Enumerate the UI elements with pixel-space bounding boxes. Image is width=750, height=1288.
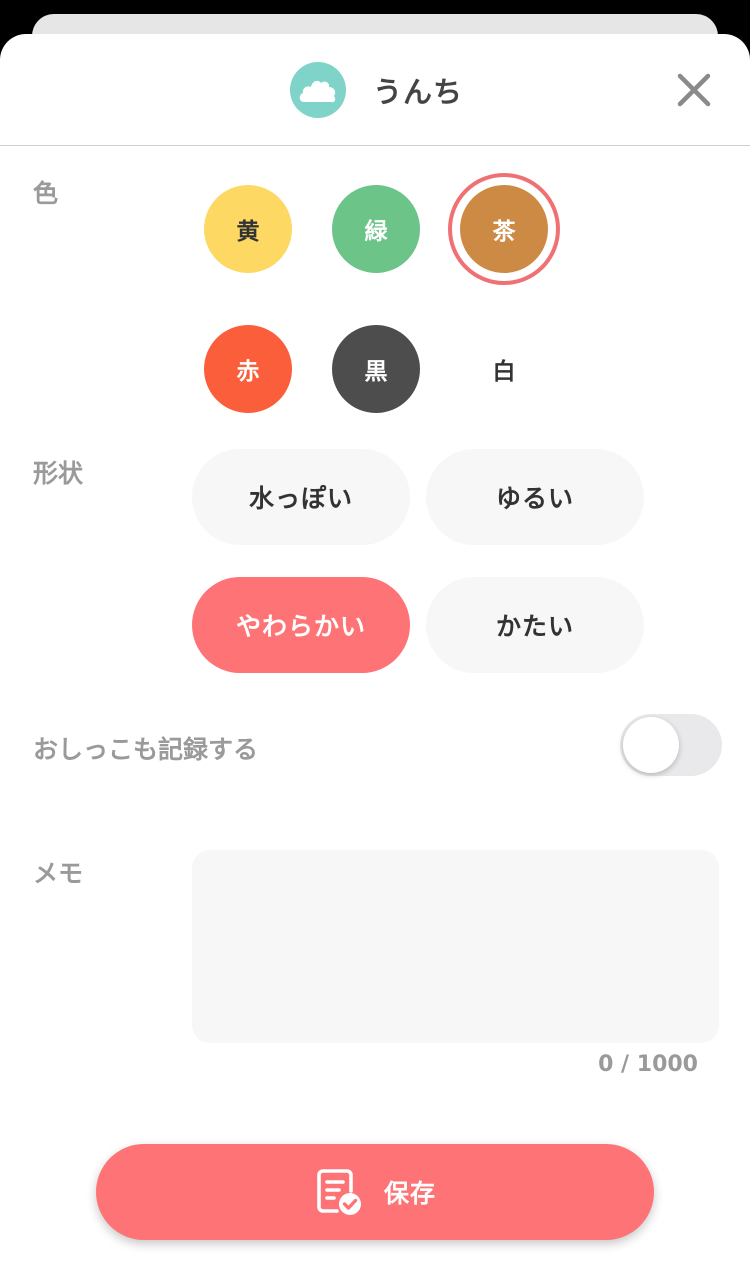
save-button[interactable]: 保存	[96, 1144, 654, 1240]
shape-option-soft[interactable]: やわらかい	[192, 577, 410, 673]
shape-option-label: 水っぽい	[248, 484, 353, 513]
sheet-header: うんち	[0, 34, 750, 146]
record-sheet: うんち 色 黄 緑 茶 赤 黒 白 形状 水っぽい ゆるい やわらかい かたい …	[0, 34, 750, 1288]
shape-option-label: やわらかい	[235, 612, 366, 641]
shape-option-label: かたい	[495, 612, 574, 641]
color-swatch-yellow[interactable]: 黄	[204, 185, 292, 273]
toggle-knob	[623, 717, 679, 773]
color-swatch-red[interactable]: 赤	[204, 325, 292, 413]
color-label: 色	[33, 179, 59, 208]
close-button[interactable]	[672, 68, 716, 112]
shape-option-label: ゆるい	[495, 484, 574, 513]
pee-toggle[interactable]	[620, 714, 722, 776]
shape-option-hard[interactable]: かたい	[426, 577, 644, 673]
color-swatch-green[interactable]: 緑	[332, 185, 420, 273]
save-button-label: 保存	[383, 1179, 436, 1208]
shape-option-watery[interactable]: 水っぽい	[192, 449, 410, 545]
memo-label: メモ	[33, 859, 84, 888]
color-swatch-label: 黒	[364, 359, 388, 385]
shape-label: 形状	[33, 459, 84, 488]
color-swatch-label: 茶	[492, 219, 516, 245]
memo-input[interactable]	[192, 850, 719, 1043]
memo-char-counter: 0 / 1000	[598, 1052, 698, 1077]
shape-option-loose[interactable]: ゆるい	[426, 449, 644, 545]
color-swatch-black[interactable]: 黒	[332, 325, 420, 413]
color-swatch-brown[interactable]: 茶	[460, 185, 548, 273]
document-check-icon	[317, 1169, 361, 1215]
title-group: うんち	[290, 62, 463, 118]
page-title: うんち	[373, 75, 464, 109]
color-swatch-label: 赤	[236, 359, 260, 385]
color-swatch-white[interactable]: 白	[460, 325, 548, 413]
close-icon	[677, 73, 711, 107]
color-swatch-label: 黄	[236, 219, 260, 245]
color-swatch-label: 白	[492, 359, 516, 385]
poop-cloud-icon	[290, 62, 346, 118]
pee-toggle-label: おしっこも記録する	[33, 735, 259, 764]
color-swatch-label: 緑	[364, 219, 388, 245]
